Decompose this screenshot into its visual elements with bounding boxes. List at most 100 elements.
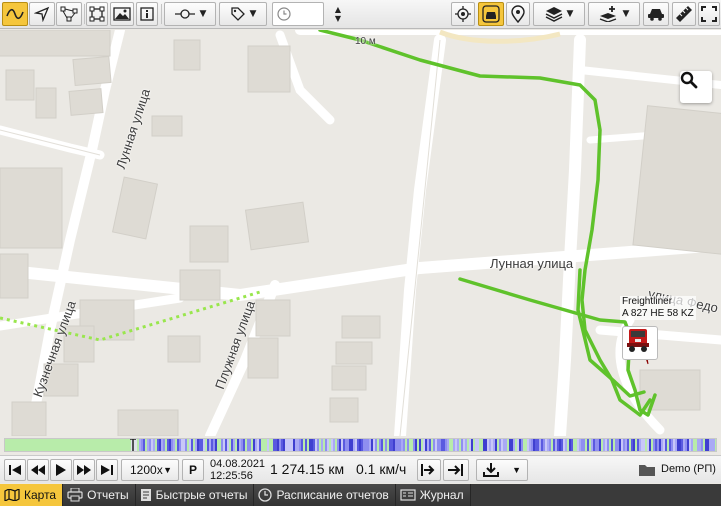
timeline-segment — [153, 439, 155, 451]
time-input[interactable] — [272, 2, 324, 26]
timeline-segment — [373, 439, 375, 451]
car-frame-icon — [482, 5, 500, 23]
timeline-segment — [173, 439, 175, 451]
timeline-segment — [411, 439, 413, 451]
timeline-segment — [639, 439, 641, 451]
play-button[interactable] — [50, 459, 72, 481]
player-time: 12:25:56 — [210, 470, 253, 482]
follow-unit-button[interactable] — [478, 2, 504, 26]
step-in-button[interactable] — [417, 459, 441, 481]
timeline-segment — [427, 439, 429, 451]
map-search-button[interactable] — [680, 71, 712, 103]
fullscreen-button[interactable] — [698, 2, 720, 26]
add-layer-button[interactable]: ▼ — [588, 2, 640, 26]
skip-start-button[interactable] — [4, 459, 26, 481]
timeline-segment — [559, 439, 561, 451]
info-tool-button[interactable] — [136, 2, 158, 26]
track-timeline[interactable] — [4, 438, 717, 452]
timeline-segment — [689, 439, 691, 451]
timeline-segment — [425, 439, 427, 451]
timeline-segment — [253, 439, 255, 451]
geofence-tool-button[interactable] — [86, 2, 108, 26]
location-pin-button[interactable] — [506, 2, 530, 26]
time-spinner[interactable]: ▲ ▼ — [325, 2, 351, 26]
tab-report-schedule[interactable]: Расписание отчетов — [254, 484, 396, 506]
tab-log[interactable]: Журнал — [395, 484, 471, 506]
timeline-segment — [527, 439, 529, 451]
info-icon — [140, 7, 154, 21]
export-dropdown[interactable]: ▼ — [476, 459, 528, 481]
spin-up-icon[interactable]: ▲ — [335, 5, 341, 14]
timeline-segment — [543, 439, 545, 451]
fast-forward-button[interactable] — [73, 459, 95, 481]
timeline-segment — [633, 439, 635, 451]
timeline-segment — [291, 439, 293, 451]
app-window: ▼ ▼ ▲ ▼ ▼ ▼ 10 м Лунная улица Лунная ули… — [0, 0, 721, 506]
spin-down-icon[interactable]: ▼ — [335, 14, 341, 23]
image-tool-button[interactable] — [110, 2, 134, 26]
download-icon — [483, 463, 499, 477]
timeline-segment — [541, 439, 543, 451]
parking-button[interactable]: P — [182, 459, 204, 481]
line-style-dropdown[interactable]: ▼ — [164, 2, 216, 26]
timeline-segment — [657, 439, 659, 451]
vehicle-button[interactable] — [643, 2, 669, 26]
tag-dropdown[interactable]: ▼ — [219, 2, 267, 26]
navigation-arrow-icon — [34, 6, 50, 22]
player-bar: 1200x ▼ P 04.08.2021 12:25:56 1 274.15 к… — [0, 455, 721, 483]
timeline-segment — [401, 439, 403, 451]
navigate-tool-button[interactable] — [29, 2, 55, 26]
timeline-segment — [167, 439, 169, 451]
layers-button[interactable]: ▼ — [533, 2, 585, 26]
timeline-segment — [567, 439, 569, 451]
ruler-button[interactable] — [672, 2, 696, 26]
timeline-segment — [505, 439, 507, 451]
line-point-icon — [174, 9, 195, 19]
timeline-segment — [385, 439, 387, 451]
printer-icon — [67, 488, 83, 502]
rewind-button[interactable] — [27, 459, 49, 481]
timeline-segment — [563, 439, 565, 451]
route-tool-button[interactable] — [56, 2, 82, 26]
timeline-segment — [327, 439, 329, 451]
tab-map[interactable]: Карта — [0, 484, 64, 506]
unit-marker[interactable] — [622, 326, 658, 360]
timeline-segment — [243, 439, 245, 451]
tab-reports[interactable]: Отчеты — [63, 484, 136, 506]
skip-end-button[interactable] — [96, 459, 118, 481]
tab-label: Журнал — [419, 488, 464, 502]
log-icon — [400, 489, 416, 501]
timeline-segment — [599, 439, 601, 451]
timeline-segment — [511, 439, 513, 451]
timeline-segment — [229, 439, 231, 451]
timeline-played — [5, 439, 131, 451]
step-end-button[interactable] — [443, 459, 469, 481]
timeline-segment — [227, 439, 229, 451]
timeline-segment — [701, 439, 703, 451]
timeline-segment — [375, 439, 377, 451]
tab-quick-reports[interactable]: Быстрые отчеты — [135, 484, 255, 506]
timeline-segment — [665, 439, 667, 451]
locate-button[interactable] — [451, 2, 475, 26]
building — [167, 335, 201, 363]
speed-select[interactable]: 1200x ▼ — [121, 459, 179, 481]
timeline-segment — [503, 439, 505, 451]
timeline-segment — [247, 439, 249, 451]
timeline-segment — [535, 439, 537, 451]
timeline-segment — [407, 439, 409, 451]
timeline-segment — [255, 439, 257, 451]
track-tool-button[interactable] — [2, 2, 28, 26]
map-view[interactable]: 10 м Лунная улица Лунная улица Кузнечная… — [0, 30, 721, 436]
timeline-segment — [671, 439, 673, 451]
timeline-segment — [519, 439, 521, 451]
timeline-segment — [611, 439, 613, 451]
ruler-icon — [676, 6, 692, 22]
unit-label[interactable]: Freightliner A 827 HE 58 KZ — [620, 296, 696, 320]
timeline-segment — [675, 439, 677, 451]
rewind-icon — [31, 465, 45, 475]
timeline-segment — [187, 439, 189, 451]
timeline-segment — [461, 439, 463, 451]
timeline-segment — [237, 439, 239, 451]
account-name[interactable]: Demo (РП) — [661, 463, 716, 475]
timeline-segment — [345, 439, 347, 451]
